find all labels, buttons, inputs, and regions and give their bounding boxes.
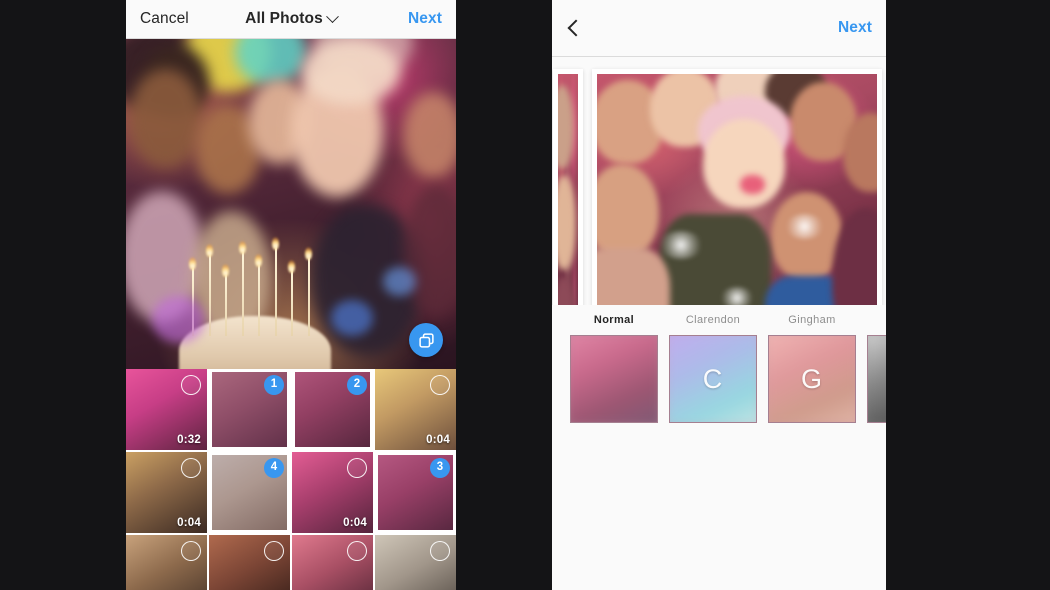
selection-circle-icon[interactable] (264, 541, 284, 561)
selection-circle-icon[interactable] (347, 458, 367, 478)
filter-thumbnail[interactable] (570, 335, 658, 423)
grid-thumbnail[interactable] (375, 535, 456, 590)
filter-label: M (867, 305, 886, 335)
next-button[interactable]: Next (408, 10, 442, 28)
cancel-button[interactable]: Cancel (140, 10, 189, 28)
grid-thumbnail[interactable]: 0:32 (126, 369, 207, 450)
filter-label: Normal (593, 314, 635, 326)
selection-circle-icon[interactable] (347, 541, 367, 561)
filter-label: Clarendon (685, 314, 741, 326)
chevron-left-icon[interactable] (567, 19, 585, 37)
preview-image (126, 39, 456, 369)
grid-thumbnail[interactable]: 0:04 (375, 369, 456, 450)
chevron-down-icon (325, 9, 339, 23)
grid-thumbnail[interactable]: 0:04 (292, 452, 373, 533)
editor-navbar: Next (552, 0, 886, 57)
filter-row[interactable]: Normal Clarendon C Gingham G MM (552, 305, 886, 423)
multi-select-squares-icon (418, 332, 434, 348)
filter-letter-mark: G (800, 363, 823, 394)
grid-thumbnail[interactable]: 0:04 (126, 452, 207, 533)
filter-thumbnail[interactable]: G (768, 335, 856, 423)
selection-order-badge[interactable]: 1 (264, 375, 284, 395)
picker-navbar: Cancel All Photos Next (126, 0, 456, 39)
filter-option[interactable]: MM (867, 305, 886, 423)
grid-thumbnail[interactable] (292, 535, 373, 590)
selection-circle-icon[interactable] (181, 458, 201, 478)
filter-letter-mark: M (868, 336, 886, 422)
filter-option[interactable]: Gingham G (768, 305, 856, 423)
selection-order-badge[interactable]: 2 (347, 375, 367, 395)
filter-thumbnail[interactable]: M (867, 335, 886, 423)
photo-preview[interactable] (126, 39, 456, 369)
photo-grid[interactable]: 0:32 1 2 0:04 0:04 4 0:04 3 (126, 369, 456, 590)
filter-editor-screen: Next Normal Clarendon C Gingham G (552, 0, 886, 590)
selection-circle-icon[interactable] (181, 541, 201, 561)
video-duration-label: 0:32 (177, 434, 201, 446)
video-duration-label: 0:04 (177, 517, 201, 529)
video-duration-label: 0:04 (426, 434, 450, 446)
selection-circle-icon[interactable] (430, 375, 450, 395)
multi-select-button[interactable] (409, 323, 443, 357)
grid-thumbnail[interactable] (126, 535, 207, 590)
filter-strip[interactable]: Normal Clarendon C Gingham G MM (552, 305, 886, 430)
selection-circle-icon[interactable] (430, 541, 450, 561)
grid-thumbnail[interactable]: 4 (209, 452, 290, 533)
screenshot-stage: Cancel All Photos Next 0:32 1 2 0:04 0:0… (0, 0, 1050, 590)
filter-preview-image (571, 336, 657, 422)
selection-circle-icon[interactable] (181, 375, 201, 395)
album-title: All Photos (245, 10, 323, 27)
selection-order-badge[interactable]: 4 (264, 458, 284, 478)
filter-letter-mark: C (702, 363, 724, 394)
grid-thumbnail[interactable] (209, 535, 290, 590)
video-duration-label: 0:04 (343, 517, 367, 529)
filter-option[interactable]: Normal (570, 305, 658, 423)
filter-thumbnail[interactable]: C (669, 335, 757, 423)
grid-thumbnail[interactable]: 1 (209, 369, 290, 450)
grid-thumbnail[interactable]: 2 (292, 369, 373, 450)
next-button[interactable]: Next (838, 19, 872, 37)
grid-thumbnail[interactable]: 3 (375, 452, 456, 533)
filter-option[interactable]: Clarendon C (669, 305, 757, 423)
filter-label: Gingham (788, 314, 836, 326)
photo-picker-screen: Cancel All Photos Next 0:32 1 2 0:04 0:0… (126, 0, 456, 590)
selection-order-badge[interactable]: 3 (430, 458, 450, 478)
